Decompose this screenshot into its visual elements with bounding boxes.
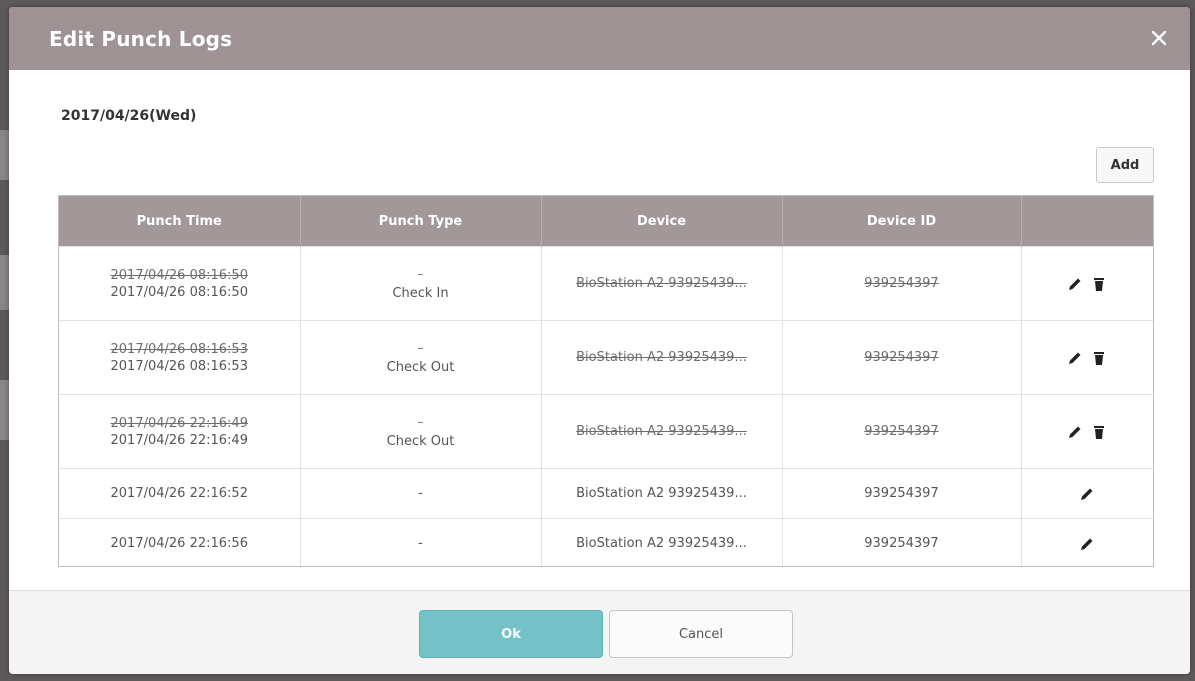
punch-type-cell: – Check Out [300, 394, 542, 469]
punch-type-cell: – Check In [300, 246, 542, 321]
trash-icon[interactable] [1091, 424, 1107, 440]
column-header-actions [1021, 196, 1153, 247]
device-id-cell: 939254397 [782, 518, 1022, 568]
device-id-cell: 939254397 [782, 394, 1022, 469]
pencil-icon[interactable] [1067, 276, 1083, 292]
table-row: 2017/04/26 08:16:53 2017/04/26 08:16:53 … [59, 320, 1153, 395]
actions-cell [1021, 518, 1153, 568]
device-cell: BioStation A2 93925439... [541, 518, 783, 568]
punch-time-cell: 2017/04/26 22:16:52 [59, 468, 301, 519]
punch-time-cell: 2017/04/26 22:16:56 [59, 518, 301, 568]
actions-cell [1021, 246, 1153, 321]
edited-punch-type: Check Out [386, 359, 455, 375]
original-punch-time: 2017/04/26 08:16:50 [110, 267, 248, 283]
device-id: 939254397 [864, 424, 939, 439]
cancel-button[interactable]: Cancel [609, 610, 793, 658]
device-id: 939254397 [864, 276, 939, 291]
edited-punch-type: Check In [392, 285, 449, 301]
pencil-icon[interactable] [1067, 350, 1083, 366]
pencil-icon[interactable] [1079, 536, 1095, 552]
original-punch-type: – [417, 340, 424, 355]
table-header-row: Punch Time Punch Type Device Device ID [59, 196, 1153, 247]
device-cell: BioStation A2 93925439... [541, 468, 783, 519]
table-row: 2017/04/26 22:16:56 - BioStation A2 9392… [59, 518, 1153, 568]
edited-punch-type: Check Out [386, 433, 455, 449]
punch-time-cell: 2017/04/26 22:16:49 2017/04/26 22:16:49 [59, 394, 301, 469]
table-row: 2017/04/26 22:16:52 - BioStation A2 9392… [59, 468, 1153, 519]
dialog-footer: Ok Cancel [9, 590, 1190, 674]
actions-cell [1021, 320, 1153, 395]
punch-time-cell: 2017/04/26 08:16:53 2017/04/26 08:16:53 [59, 320, 301, 395]
trash-icon[interactable] [1091, 350, 1107, 366]
column-header-punch-type: Punch Type [300, 196, 542, 247]
original-punch-type: – [417, 414, 424, 429]
table-row: 2017/04/26 08:16:50 2017/04/26 08:16:50 … [59, 246, 1153, 321]
original-punch-time: 2017/04/26 08:16:53 [110, 341, 248, 357]
punch-type-cell: - [300, 468, 542, 519]
device-cell: BioStation A2 93925439... [541, 320, 783, 395]
edited-punch-time: 2017/04/26 22:16:49 [110, 432, 248, 448]
column-header-punch-time: Punch Time [59, 196, 301, 247]
punch-type-cell: – Check Out [300, 320, 542, 395]
ok-button[interactable]: Ok [419, 610, 603, 658]
edited-punch-time: 2017/04/26 08:16:53 [110, 358, 248, 374]
device-cell: BioStation A2 93925439... [541, 246, 783, 321]
column-header-device: Device [541, 196, 783, 247]
column-header-device-id: Device ID [782, 196, 1022, 247]
device-cell: BioStation A2 93925439... [541, 394, 783, 469]
edit-punch-logs-dialog: Edit Punch Logs 2017/04/26(Wed) Add Punc… [9, 7, 1190, 674]
pencil-icon[interactable] [1067, 424, 1083, 440]
device-id-cell: 939254397 [782, 468, 1022, 519]
original-punch-time: 2017/04/26 22:16:49 [110, 415, 248, 431]
actions-cell [1021, 394, 1153, 469]
device-id-cell: 939254397 [782, 320, 1022, 395]
dialog-header: Edit Punch Logs [9, 7, 1190, 70]
original-punch-type: – [417, 266, 424, 281]
punch-log-table: Punch Time Punch Type Device Device ID 2… [58, 195, 1154, 568]
actions-cell [1021, 468, 1153, 519]
close-icon[interactable] [1146, 25, 1172, 51]
punch-type-cell: - [300, 518, 542, 568]
dialog-title: Edit Punch Logs [49, 27, 233, 51]
trash-icon[interactable] [1091, 276, 1107, 292]
device-id-cell: 939254397 [782, 246, 1022, 321]
punch-time-cell: 2017/04/26 08:16:50 2017/04/26 08:16:50 [59, 246, 301, 321]
device-name: BioStation A2 93925439... [576, 276, 747, 291]
date-label: 2017/04/26(Wed) [61, 108, 197, 124]
add-button[interactable]: Add [1096, 147, 1154, 183]
table-row: 2017/04/26 22:16:49 2017/04/26 22:16:49 … [59, 394, 1153, 469]
pencil-icon[interactable] [1079, 486, 1095, 502]
edited-punch-time: 2017/04/26 08:16:50 [110, 284, 248, 300]
device-id: 939254397 [864, 350, 939, 365]
device-name: BioStation A2 93925439... [576, 350, 747, 365]
device-name: BioStation A2 93925439... [576, 424, 747, 439]
